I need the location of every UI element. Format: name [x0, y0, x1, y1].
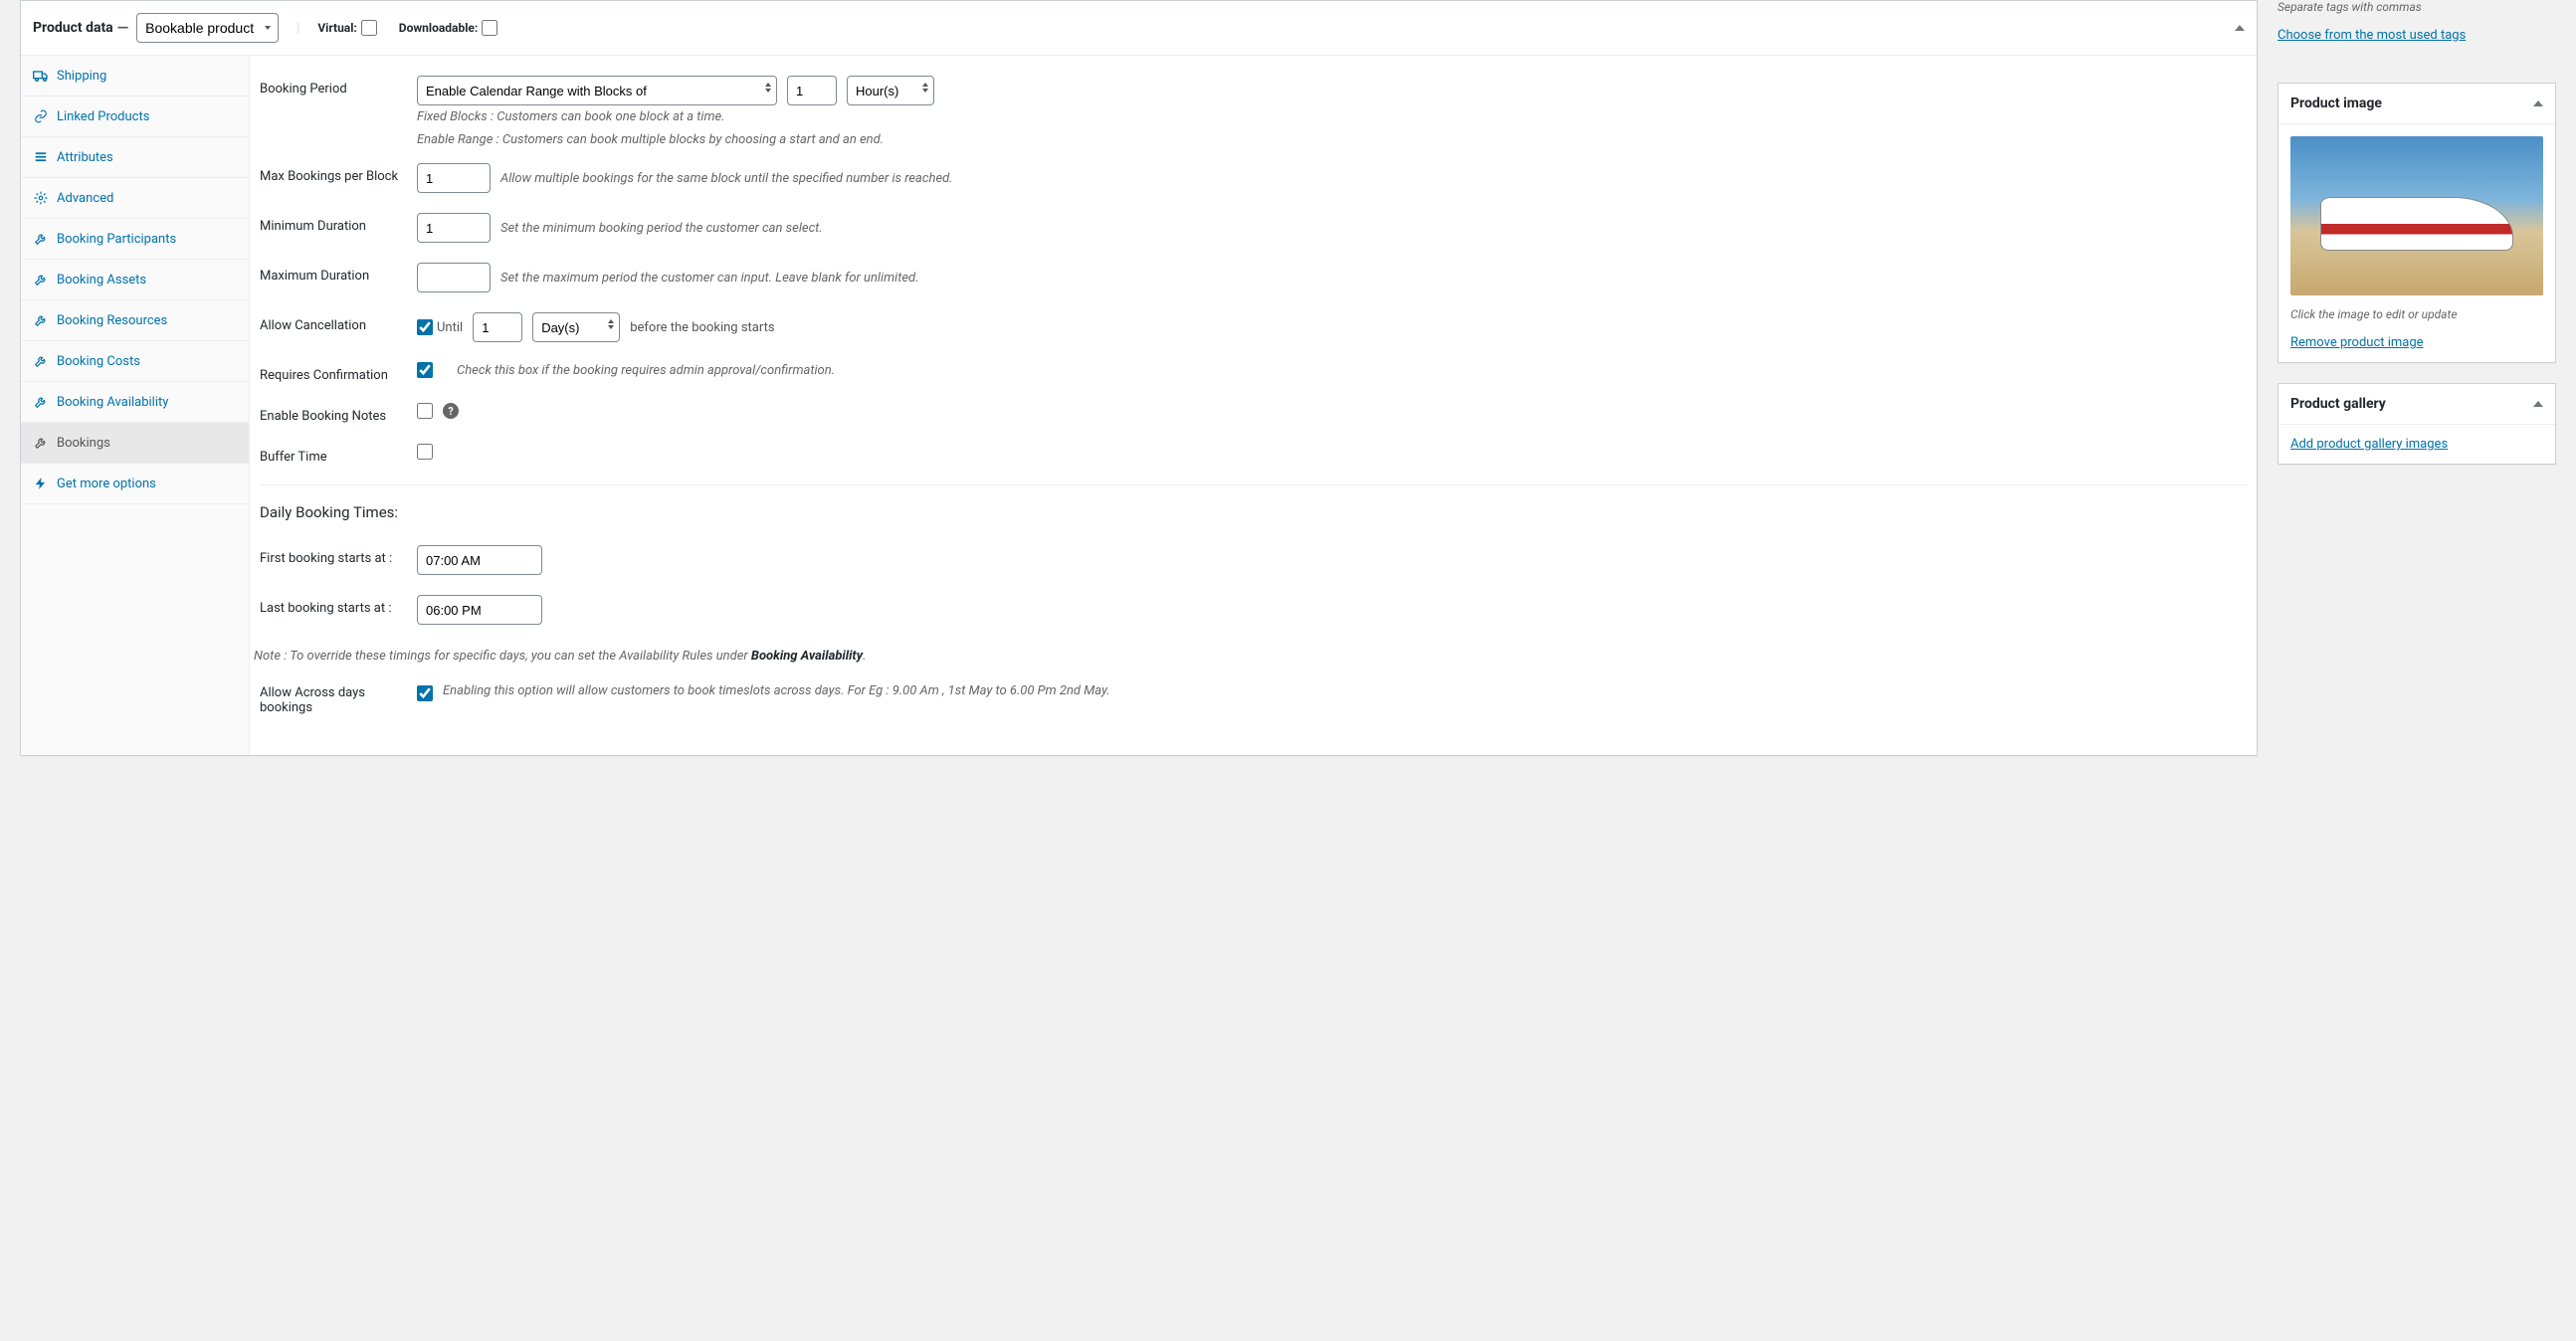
product-data-header: Product data — Bookable product | Virtua…	[21, 1, 2257, 56]
first-booking-label: First booking starts at :	[260, 545, 417, 566]
enable-notes-checkbox[interactable]	[417, 403, 433, 419]
downloadable-label: Downloadable:	[399, 21, 478, 35]
booking-period-hint-range: Enable Range : Customers can book multip…	[260, 130, 2247, 153]
tab-booking-availability[interactable]: Booking Availability	[21, 382, 249, 423]
help-icon[interactable]: ?	[443, 403, 459, 419]
wrench-icon	[33, 272, 49, 287]
list-icon	[33, 149, 49, 165]
last-booking-input[interactable]	[417, 595, 542, 625]
virtual-checkbox[interactable]	[361, 20, 377, 36]
wrench-icon	[33, 231, 49, 247]
availability-note: Note : To override these timings for spe…	[254, 649, 2247, 664]
tab-linked-products[interactable]: Linked Products	[21, 96, 249, 137]
downloadable-checkbox[interactable]	[482, 20, 497, 36]
until-text: Until	[437, 320, 463, 335]
booking-period-label: Booking Period	[260, 76, 417, 96]
chevron-up-icon[interactable]	[2533, 100, 2543, 106]
allow-cancellation-checkbox[interactable]	[417, 319, 433, 335]
first-booking-input[interactable]	[417, 545, 542, 575]
product-data-panel: Product data — Bookable product | Virtua…	[20, 0, 2258, 756]
chevron-up-icon[interactable]	[2533, 401, 2543, 407]
virtual-label: Virtual:	[317, 21, 356, 35]
product-image-preview[interactable]	[2290, 136, 2543, 295]
booking-period-value-input[interactable]	[787, 76, 837, 105]
product-type-select[interactable]: Bookable product	[136, 13, 279, 43]
product-image-metabox: Product image Click the image to edit or…	[2278, 83, 2556, 363]
product-gallery-metabox: Product gallery Add product gallery imag…	[2278, 383, 2556, 465]
min-duration-hint: Set the minimum booking period the custo…	[500, 221, 823, 236]
requires-confirmation-checkbox[interactable]	[417, 362, 433, 378]
boat-image	[2320, 197, 2512, 251]
bolt-icon	[33, 476, 49, 491]
tags-metabox-partial: Separate tags with commas Choose from th…	[2278, 0, 2556, 63]
max-bookings-hint: Allow multiple bookings for the same blo…	[500, 171, 953, 186]
product-image-hint: Click the image to edit or update	[2290, 307, 2543, 321]
buffer-time-label: Buffer Time	[260, 444, 417, 465]
buffer-time-checkbox[interactable]	[417, 444, 433, 460]
link-icon	[33, 108, 49, 124]
gear-icon	[33, 190, 49, 206]
wrench-icon	[33, 394, 49, 410]
wrench-icon	[33, 312, 49, 328]
tab-booking-resources[interactable]: Booking Resources	[21, 300, 249, 341]
product-image-title: Product image	[2290, 96, 2382, 111]
daily-booking-times-heading: Daily Booking Times:	[260, 503, 2247, 521]
choose-tags-link[interactable]: Choose from the most used tags	[2278, 28, 2466, 43]
booking-period-select[interactable]: Enable Calendar Range with Blocks of	[417, 76, 777, 105]
cancellation-suffix: before the booking starts	[630, 320, 774, 335]
min-duration-input[interactable]	[417, 213, 491, 243]
tab-attributes[interactable]: Attributes	[21, 137, 249, 178]
tab-booking-costs[interactable]: Booking Costs	[21, 341, 249, 382]
enable-notes-label: Enable Booking Notes	[260, 403, 417, 424]
remove-product-image-link[interactable]: Remove product image	[2290, 335, 2424, 350]
truck-icon	[33, 68, 49, 84]
booking-period-unit-select[interactable]: Hour(s)	[847, 76, 934, 105]
cancellation-unit-select[interactable]: Day(s)	[532, 312, 620, 342]
requires-confirmation-label: Requires Confirmation	[260, 362, 417, 383]
last-booking-label: Last booking starts at :	[260, 595, 417, 616]
tab-booking-participants[interactable]: Booking Participants	[21, 219, 249, 260]
product-gallery-title: Product gallery	[2290, 396, 2386, 412]
max-bookings-input[interactable]	[417, 163, 491, 193]
across-days-label: Allow Across days bookings	[260, 683, 417, 715]
chevron-up-icon	[2235, 25, 2245, 31]
tab-booking-assets[interactable]: Booking Assets	[21, 260, 249, 300]
max-duration-input[interactable]	[417, 263, 491, 292]
max-duration-label: Maximum Duration	[260, 263, 417, 284]
tab-shipping[interactable]: Shipping	[21, 56, 249, 96]
product-data-tabs: Shipping Linked Products Attributes Adva…	[21, 56, 250, 755]
panel-title: Product data	[33, 20, 113, 36]
min-duration-label: Minimum Duration	[260, 213, 417, 234]
bookings-settings-content: Booking Period Enable Calendar Range wit…	[250, 56, 2257, 755]
requires-confirmation-hint: Check this box if the booking requires a…	[457, 363, 835, 378]
tab-get-more-options[interactable]: Get more options	[21, 464, 249, 504]
max-bookings-label: Max Bookings per Block	[260, 163, 417, 184]
cancellation-value-input[interactable]	[473, 312, 522, 342]
tab-bookings[interactable]: Bookings	[21, 423, 249, 464]
right-sidebar: Separate tags with commas Choose from th…	[2278, 0, 2556, 465]
add-gallery-images-link[interactable]: Add product gallery images	[2290, 437, 2448, 452]
wrench-icon	[33, 353, 49, 369]
collapse-panel-toggle[interactable]	[2235, 25, 2245, 31]
tab-advanced[interactable]: Advanced	[21, 178, 249, 219]
allow-cancellation-label: Allow Cancellation	[260, 312, 417, 333]
booking-period-hint-fixed: Fixed Blocks : Customers can book one bl…	[260, 107, 2247, 130]
across-days-checkbox[interactable]	[417, 685, 433, 701]
wrench-icon	[33, 435, 49, 451]
tags-hint: Separate tags with commas	[2278, 0, 2556, 14]
max-duration-hint: Set the maximum period the customer can …	[500, 271, 918, 286]
across-days-hint: Enabling this option will allow customer…	[443, 683, 2247, 698]
